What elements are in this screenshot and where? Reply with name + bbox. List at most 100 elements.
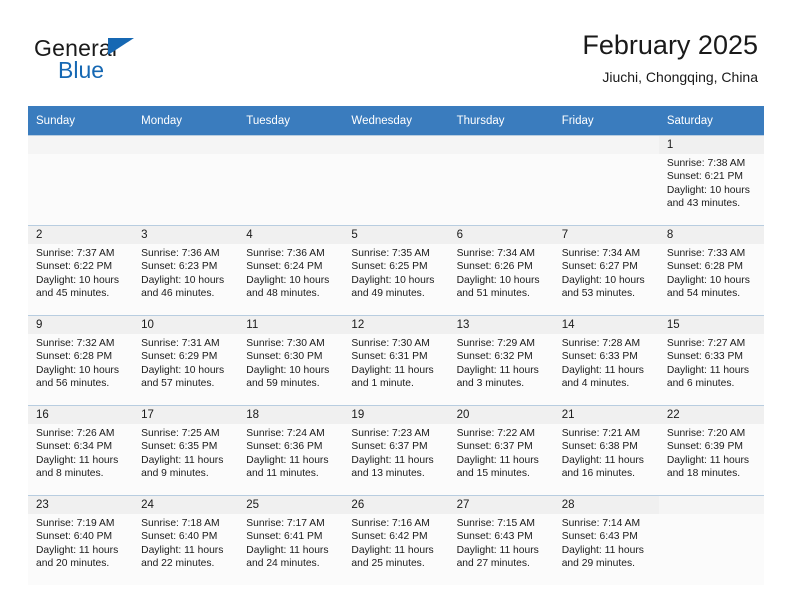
sunrise-text: Sunrise: 7:31 AM — [141, 338, 220, 349]
calendar-day-22[interactable]: 22 Sunrise: 7:20 AM Sunset: 6:39 PM Dayligh… — [658, 405, 764, 495]
calendar-cell: 2 Sunrise: 7:37 AM Sunset: 6:22 PM Daylight… — [28, 225, 134, 315]
day-details: Sunrise: 7:33 AM Sunset: 6:28 PM Daylight:… — [658, 244, 764, 315]
daylight-text: Daylight: 11 hours and 29 minutes. — [561, 544, 644, 569]
weekday-header-friday: Friday — [553, 106, 659, 135]
calendar-day-27[interactable]: 27 Sunrise: 7:15 AM Sunset: 6:43 PM Dayligh… — [448, 495, 554, 585]
calendar-day-20[interactable]: 20 Sunrise: 7:22 AM Sunset: 6:37 PM Dayligh… — [448, 405, 554, 495]
calendar-day-12[interactable]: 12 Sunrise: 7:30 AM Sunset: 6:31 PM Dayligh… — [343, 315, 449, 405]
daylight-text: Daylight: 10 hours and 48 minutes. — [246, 274, 330, 299]
calendar-cell: 21 Sunrise: 7:21 AM Sunset: 6:38 PM Dayligh… — [553, 405, 659, 495]
daylight-text: Daylight: 10 hours and 57 minutes. — [141, 364, 225, 389]
empty-day-body — [553, 154, 659, 225]
calendar-day-4[interactable]: 4 Sunrise: 7:36 AM Sunset: 6:24 PM Daylight… — [238, 225, 344, 315]
calendar-day-21[interactable]: 21 Sunrise: 7:21 AM Sunset: 6:38 PM Dayligh… — [553, 405, 659, 495]
sunset-text: Sunset: 6:39 PM — [666, 441, 743, 453]
calendar-day-18[interactable]: 18 Sunrise: 7:24 AM Sunset: 6:36 PM Dayligh… — [238, 405, 344, 495]
sunset-text: Sunset: 6:37 PM — [456, 441, 533, 453]
calendar-cell: 18 Sunrise: 7:24 AM Sunset: 6:36 PM Dayligh… — [238, 405, 344, 495]
calendar-day-empty — [238, 135, 344, 225]
daylight-text: Daylight: 11 hours and 9 minutes. — [141, 454, 224, 479]
calendar-day-16[interactable]: 16 Sunrise: 7:26 AM Sunset: 6:34 PM Dayligh… — [28, 405, 134, 495]
calendar-day-6[interactable]: 6 Sunrise: 7:34 AM Sunset: 6:26 PM Daylight… — [448, 225, 554, 315]
day-details: Sunrise: 7:17 AM Sunset: 6:41 PM Daylight:… — [238, 514, 344, 585]
day-number: 1 — [658, 136, 764, 154]
calendar-day-28[interactable]: 28 Sunrise: 7:14 AM Sunset: 6:43 PM Dayligh… — [553, 495, 659, 585]
sunset-text: Sunset: 6:21 PM — [666, 171, 743, 183]
sunrise-text: Sunrise: 7:28 AM — [561, 338, 641, 349]
day-details: Sunrise: 7:23 AM Sunset: 6:37 PM Daylight:… — [343, 424, 449, 495]
daylight-text: Daylight: 11 hours and 1 minute. — [351, 364, 434, 389]
sunrise-text: Sunrise: 7:21 AM — [561, 428, 641, 439]
calendar-cell: 8 Sunrise: 7:33 AM Sunset: 6:28 PM Daylight… — [658, 225, 764, 315]
calendar-day-8[interactable]: 8 Sunrise: 7:33 AM Sunset: 6:28 PM Daylight… — [658, 225, 764, 315]
sunset-text: Sunset: 6:35 PM — [141, 441, 218, 453]
calendar-day-empty — [658, 495, 764, 585]
daylight-text: Daylight: 11 hours and 16 minutes. — [561, 454, 644, 479]
empty-day-body — [343, 154, 449, 225]
calendar-day-5[interactable]: 5 Sunrise: 7:35 AM Sunset: 6:25 PM Daylight… — [343, 225, 449, 315]
sunset-text: Sunset: 6:40 PM — [36, 531, 113, 543]
calendar-cell: 9 Sunrise: 7:32 AM Sunset: 6:28 PM Daylight… — [28, 315, 134, 405]
calendar-day-10[interactable]: 10 Sunrise: 7:31 AM Sunset: 6:29 PM Dayligh… — [133, 315, 239, 405]
calendar-day-9[interactable]: 9 Sunrise: 7:32 AM Sunset: 6:28 PM Daylight… — [28, 315, 134, 405]
calendar-day-19[interactable]: 19 Sunrise: 7:23 AM Sunset: 6:37 PM Dayligh… — [343, 405, 449, 495]
calendar-day-1[interactable]: 1 Sunrise: 7:38 AM Sunset: 6:21 PM Daylight… — [658, 135, 764, 225]
sunset-text: Sunset: 6:31 PM — [351, 351, 428, 363]
sunset-text: Sunset: 6:43 PM — [561, 531, 638, 543]
calendar-day-14[interactable]: 14 Sunrise: 7:28 AM Sunset: 6:33 PM Dayligh… — [553, 315, 659, 405]
calendar-day-11[interactable]: 11 Sunrise: 7:30 AM Sunset: 6:30 PM Dayligh… — [238, 315, 344, 405]
day-number: 21 — [553, 406, 659, 424]
sunrise-text: Sunrise: 7:22 AM — [456, 428, 535, 439]
empty-day-body — [238, 154, 344, 225]
sunset-text: Sunset: 6:26 PM — [456, 261, 533, 273]
day-number: 26 — [343, 496, 449, 514]
sunrise-text: Sunrise: 7:16 AM — [351, 518, 430, 529]
calendar-day-2[interactable]: 2 Sunrise: 7:37 AM Sunset: 6:22 PM Daylight… — [28, 225, 134, 315]
calendar-week-row: 2 Sunrise: 7:37 AM Sunset: 6:22 PM Daylight… — [28, 225, 764, 315]
sunrise-text: Sunrise: 7:23 AM — [351, 428, 430, 439]
day-number: 23 — [28, 496, 134, 514]
sunrise-text: Sunrise: 7:19 AM — [36, 518, 115, 529]
day-number: 14 — [553, 316, 659, 334]
calendar-day-17[interactable]: 17 Sunrise: 7:25 AM Sunset: 6:35 PM Dayligh… — [133, 405, 239, 495]
daylight-text: Daylight: 11 hours and 22 minutes. — [141, 544, 224, 569]
calendar-day-25[interactable]: 25 Sunrise: 7:17 AM Sunset: 6:41 PM Dayligh… — [238, 495, 344, 585]
empty-day-top — [28, 136, 134, 154]
brand-logo[interactable]: General Blue — [34, 36, 254, 92]
sunset-text: Sunset: 6:25 PM — [351, 261, 428, 273]
sunset-text: Sunset: 6:27 PM — [561, 261, 638, 273]
calendar-day-24[interactable]: 24 Sunrise: 7:18 AM Sunset: 6:40 PM Dayligh… — [133, 495, 239, 585]
calendar-cell: 19 Sunrise: 7:23 AM Sunset: 6:37 PM Dayligh… — [343, 405, 449, 495]
day-number: 20 — [448, 406, 554, 424]
day-details: Sunrise: 7:27 AM Sunset: 6:33 PM Daylight:… — [658, 334, 764, 405]
calendar-day-23[interactable]: 23 Sunrise: 7:19 AM Sunset: 6:40 PM Dayligh… — [28, 495, 134, 585]
empty-day-top — [238, 136, 344, 154]
calendar-day-13[interactable]: 13 Sunrise: 7:29 AM Sunset: 6:32 PM Dayligh… — [448, 315, 554, 405]
empty-day-body — [28, 154, 134, 225]
calendar-day-3[interactable]: 3 Sunrise: 7:36 AM Sunset: 6:23 PM Daylight… — [133, 225, 239, 315]
sunrise-text: Sunrise: 7:36 AM — [246, 248, 325, 259]
empty-day-top — [343, 136, 449, 154]
day-details: Sunrise: 7:32 AM Sunset: 6:28 PM Daylight:… — [28, 334, 134, 405]
day-details: Sunrise: 7:24 AM Sunset: 6:36 PM Daylight:… — [238, 424, 344, 495]
daylight-text: Daylight: 11 hours and 11 minutes. — [246, 454, 329, 479]
daylight-text: Daylight: 11 hours and 8 minutes. — [36, 454, 119, 479]
day-details: Sunrise: 7:14 AM Sunset: 6:43 PM Daylight:… — [553, 514, 659, 585]
daylight-text: Daylight: 11 hours and 4 minutes. — [561, 364, 644, 389]
day-details: Sunrise: 7:38 AM Sunset: 6:21 PM Daylight:… — [658, 154, 764, 225]
calendar-cell: 5 Sunrise: 7:35 AM Sunset: 6:25 PM Daylight… — [343, 225, 449, 315]
calendar-cell: 17 Sunrise: 7:25 AM Sunset: 6:35 PM Dayligh… — [133, 405, 239, 495]
calendar-day-empty — [448, 135, 554, 225]
day-number: 10 — [133, 316, 239, 334]
brand-name-blue: Blue — [58, 57, 105, 83]
daylight-text: Daylight: 11 hours and 27 minutes. — [456, 544, 539, 569]
calendar-day-7[interactable]: 7 Sunrise: 7:34 AM Sunset: 6:27 PM Daylight… — [553, 225, 659, 315]
sunrise-text: Sunrise: 7:33 AM — [666, 248, 746, 259]
calendar-day-26[interactable]: 26 Sunrise: 7:16 AM Sunset: 6:42 PM Dayligh… — [343, 495, 449, 585]
weekday-header-monday: Monday — [133, 106, 239, 135]
calendar-cell — [658, 495, 764, 585]
weekday-header-thursday: Thursday — [448, 106, 554, 135]
calendar-day-15[interactable]: 15 Sunrise: 7:27 AM Sunset: 6:33 PM Dayligh… — [658, 315, 764, 405]
calendar-cell: 15 Sunrise: 7:27 AM Sunset: 6:33 PM Dayligh… — [658, 315, 764, 405]
calendar-page: General Blue February 2025 Jiuchi, Chong… — [0, 0, 792, 612]
